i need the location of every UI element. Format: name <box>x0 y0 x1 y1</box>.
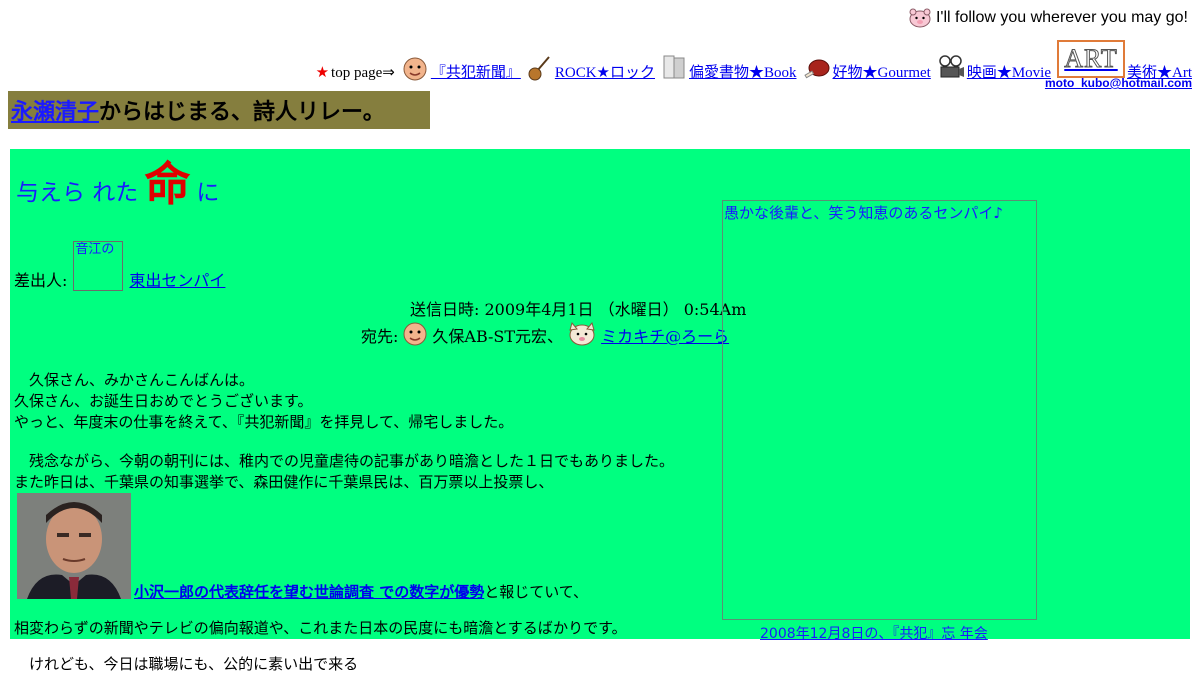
nav-label: 偏愛書物★Book <box>688 65 797 81</box>
side-photo-caption-link[interactable]: 2008年12月8日の、『共犯』忘 年会 <box>760 623 988 643</box>
star-icon: ★ <box>315 65 330 81</box>
nav-link-kyouhan[interactable]: 『共犯新聞』 <box>401 56 521 82</box>
book-icon <box>663 55 685 79</box>
photo-caption: 小沢一郎の代表辞任を望む世論調査 での数字が優勢と報じていて、 <box>134 581 588 602</box>
to-label: 宛先: <box>361 327 399 346</box>
recipient-row: 宛先: 久保AB-ST元宏、 ミカキチ@ろーら <box>361 319 729 347</box>
face-icon <box>403 322 427 346</box>
nav-link-book[interactable]: 偏愛書物★Book <box>661 54 797 82</box>
headline-pre: 与えら れた <box>16 180 139 206</box>
pig-icon <box>569 321 595 346</box>
recipient-name-2-link[interactable]: ミカキチ@ろーら <box>601 323 729 347</box>
letter-panel: 与えら れた 命 に 差出人: 音江の 東出センパイ 送信日時: 2009年4月… <box>10 149 1190 673</box>
meat-icon <box>803 59 829 79</box>
face-icon <box>403 57 427 81</box>
poll-article-link[interactable]: 小沢一郎の代表辞任を望む世論調査 での数字が優勢 <box>134 583 484 601</box>
nav-link-gourmet[interactable]: 好物★Gourmet <box>803 56 931 82</box>
sender-label: 差出人: <box>14 271 68 290</box>
tagline: I'll follow you wherever you may go! <box>908 8 1188 28</box>
body-line: また昨日は、千葉県の知事選挙で、森田健作に千葉県民は、百万票以上投票し、 <box>14 473 554 491</box>
photo-caption-suffix: と報じていて、 <box>484 583 589 601</box>
guitar-icon <box>528 56 550 81</box>
letter-body-2: 相変わらずの新聞やテレビの偏向報道や、これまた日本の民度にも暗澹とするばかりです… <box>14 603 627 690</box>
letter-headline: 与えら れた 命 に <box>16 161 219 207</box>
nav-label: 好物★Gourmet <box>832 65 931 81</box>
side-photo: 愚かな後輩と、笑う知恵のあるセンパイ♪ <box>722 200 1037 620</box>
nav-top-page: ★ top page⇒ <box>316 63 395 82</box>
headline-post: に <box>196 180 220 206</box>
nav-label: 『共犯新聞』 <box>430 65 521 81</box>
side-photo-alt: 愚かな後輩と、笑う知恵のあるセンパイ♪ <box>724 204 1003 222</box>
headline-big: 命 <box>144 157 191 211</box>
nav-label: ROCK★ロック <box>554 65 655 81</box>
body-line: 残念ながら、今朝の朝刊には、稚内での児童虐待の記事があり暗澹とした１日でもありま… <box>14 452 675 470</box>
tagline-text: I'll follow you wherever you may go! <box>935 9 1188 26</box>
body-line: 相変わらずの新聞やテレビの偏向報道や、これまた日本の民度にも暗澹とするばかりです… <box>14 619 627 637</box>
sent-date: 送信日時: 2009年4月1日 （水曜日） 0:54Am <box>410 300 747 319</box>
body-line: けれども、今日は職場にも、公的に素い出で来る <box>14 655 359 673</box>
letter-body-1: 久保さん、みかさんこんばんは。 久保さん、お誕生日おめでとうございます。 やっと… <box>14 370 674 493</box>
politician-photo <box>17 493 131 599</box>
nav-link-rock[interactable]: ROCK★ロック <box>527 54 655 82</box>
poet-link[interactable]: 永瀬清子 <box>11 94 99 126</box>
body-line: やっと、年度末の仕事を終えて、『共犯新聞』を拝見して、帰宅しました。 <box>14 413 514 431</box>
film-projector-icon <box>939 55 964 78</box>
pig-icon <box>909 8 931 28</box>
body-line: 久保さん、みかさんこんばんは。 <box>14 371 255 389</box>
recipient-name-1: 久保AB-ST元宏、 <box>432 327 564 346</box>
nav-link-movie[interactable]: 映画★Movie <box>937 54 1051 82</box>
sender-row: 差出人: 音江の 東出センパイ <box>14 241 225 291</box>
art-logo-icon: ART <box>1057 40 1125 78</box>
nav-label: 映画★Movie <box>966 65 1051 81</box>
banner-title-rest: からはじまる、詩人リレー。 <box>99 100 385 125</box>
email-link[interactable]: moto_kubo@hotmail.com <box>1045 76 1192 90</box>
body-line: 久保さん、お誕生日おめでとうございます。 <box>14 392 313 410</box>
sender-avatar-alt: 音江の <box>75 242 115 257</box>
sender-avatar: 音江の <box>73 241 124 291</box>
page-title-banner: 永瀬清子 からはじまる、詩人リレー。 <box>8 91 430 129</box>
sender-name-link[interactable]: 東出センパイ <box>129 267 225 291</box>
nav-top-prefix: top page⇒ <box>331 65 395 81</box>
